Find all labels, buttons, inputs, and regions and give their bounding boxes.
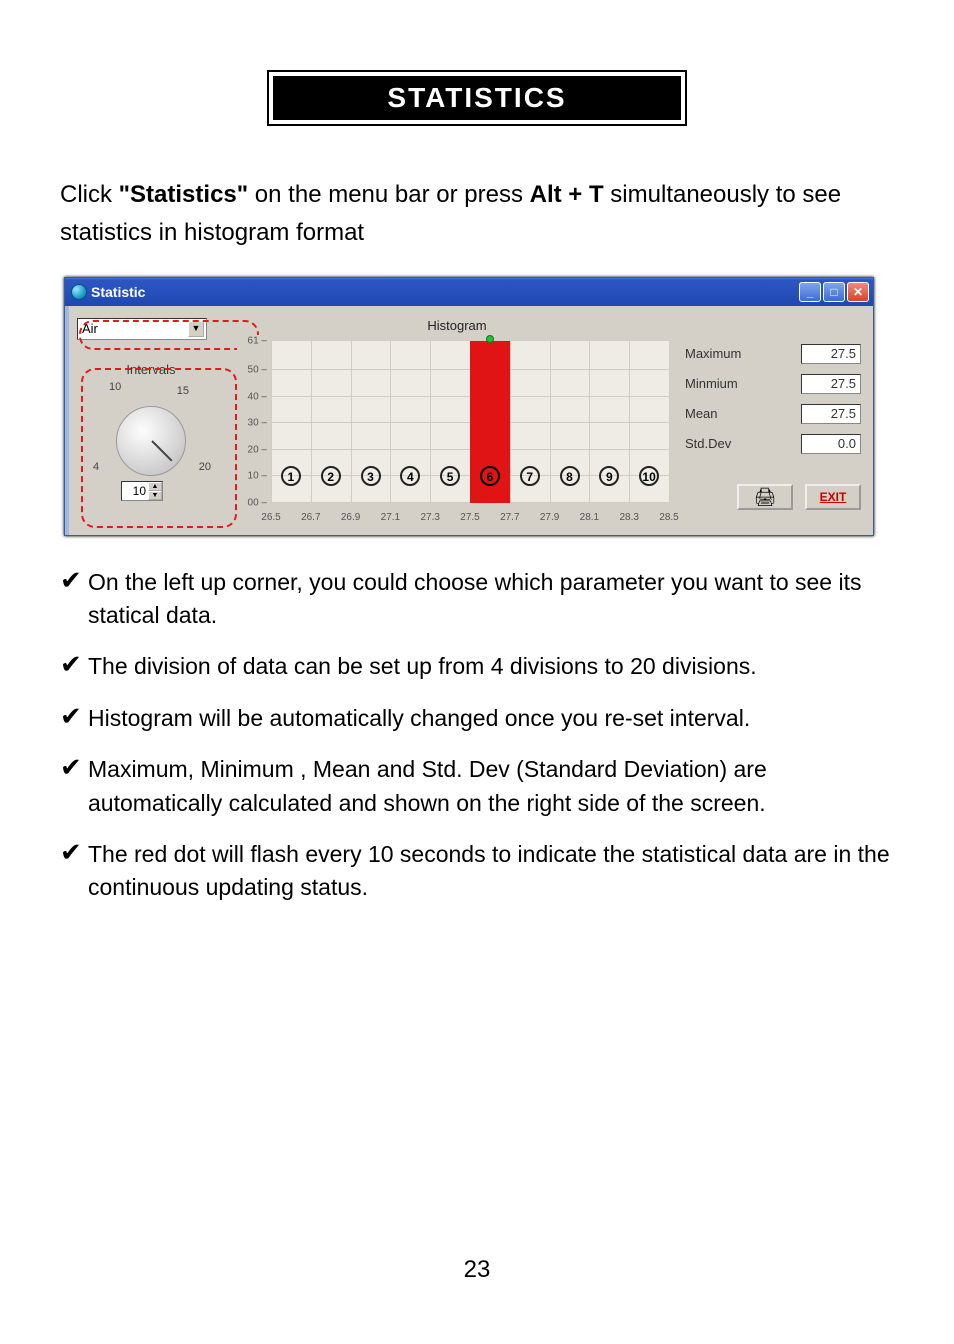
bin-number-marker: 3 <box>361 466 381 486</box>
instruction-text: The red dot will flash every 10 seconds … <box>88 838 894 905</box>
bin-number-marker: 7 <box>520 466 540 486</box>
knob-tick-20: 20 <box>199 461 211 473</box>
x-tick-label: 27.9 <box>540 512 559 523</box>
y-tick-label: 30 – <box>237 418 267 429</box>
instruction-list: ✔On the left up corner, you could choose… <box>60 566 894 905</box>
section-title: STATISTICS <box>267 70 687 126</box>
x-tick-label: 26.5 <box>261 512 280 523</box>
dropdown-value: Air <box>82 321 98 336</box>
x-tick-label: 28.5 <box>659 512 678 523</box>
checkmark-icon: ✔ <box>60 650 88 683</box>
stat-maximum: Maximum 27.5 <box>685 344 861 364</box>
y-tick-label: 00 – <box>237 497 267 508</box>
intervals-label: Intervals <box>77 362 225 377</box>
bin-number-marker: 4 <box>400 466 420 486</box>
instruction-item: ✔On the left up corner, you could choose… <box>60 566 894 633</box>
window-titlebar[interactable]: Statistic _ □ ✕ <box>65 278 873 306</box>
intro-bold-statistics: "Statistics" <box>119 181 248 208</box>
x-tick-label: 26.7 <box>301 512 320 523</box>
knob-tick-4: 4 <box>93 461 99 473</box>
bin-number-marker: 8 <box>560 466 580 486</box>
x-tick-label: 27.1 <box>381 512 400 523</box>
x-tick-label: 27.3 <box>420 512 439 523</box>
stat-maximum-value: 27.5 <box>801 344 861 364</box>
stat-stddev-label: Std.Dev <box>685 436 801 451</box>
chart-panel: Histogram 123456789 10 26.5 26.7 26.9 27.1 27… <box>237 314 677 525</box>
chevron-down-icon[interactable]: ▼ <box>188 321 204 337</box>
maximize-button[interactable]: □ <box>823 282 845 302</box>
intro-bold-shortcut: Alt + T <box>530 181 604 208</box>
stat-minimum-label: Minmium <box>685 376 801 391</box>
bin-number-marker: 6 <box>480 466 500 486</box>
stat-mean: Mean 27.5 <box>685 404 861 424</box>
y-tick-label: 10 – <box>237 471 267 482</box>
checkmark-icon: ✔ <box>60 753 88 820</box>
instruction-item: ✔The division of data can be set up from… <box>60 650 894 683</box>
instruction-item: ✔Histogram will be automatically changed… <box>60 702 894 735</box>
app-icon <box>71 284 87 300</box>
intro-text-2: on the menu bar or press <box>248 181 529 208</box>
chart-title: Histogram <box>237 318 677 333</box>
controls-panel: Air ▼ Intervals 4 10 15 20 10 ▲ ▼ <box>71 314 231 525</box>
x-tick-label: 27.7 <box>500 512 519 523</box>
knob-tick-15: 15 <box>177 385 189 397</box>
stat-stddev-value: 0.0 <box>801 434 861 454</box>
bin-number-marker: 1 <box>281 466 301 486</box>
intro-text-1: Click <box>60 181 119 208</box>
x-tick-label: 28.1 <box>580 512 599 523</box>
bin-number-marker: 2 <box>321 466 341 486</box>
printer-icon: 🖨 <box>754 488 777 506</box>
instruction-text: On the left up corner, you could choose … <box>88 566 894 633</box>
stat-stddev: Std.Dev 0.0 <box>685 434 861 454</box>
bin-number-marker: 10 <box>639 466 659 486</box>
update-indicator-dot <box>486 335 494 343</box>
stat-mean-value: 27.5 <box>801 404 861 424</box>
checkmark-icon: ✔ <box>60 702 88 735</box>
instruction-item: ✔The red dot will flash every 10 seconds… <box>60 838 894 905</box>
stat-mean-label: Mean <box>685 406 801 421</box>
close-button[interactable]: ✕ <box>847 282 869 302</box>
intro-paragraph: Click "Statistics" on the menu bar or pr… <box>60 176 894 253</box>
y-tick-label: 50 – <box>237 364 267 375</box>
page-number: 23 <box>0 1256 954 1284</box>
bin-number-marker: 9 <box>599 466 619 486</box>
y-tick-label: 40 – <box>237 391 267 402</box>
print-button[interactable]: 🖨 <box>737 484 793 510</box>
intervals-spinbox[interactable]: 10 ▲ ▼ <box>121 481 163 501</box>
minimize-button[interactable]: _ <box>799 282 821 302</box>
exit-label: EXIT <box>820 490 847 504</box>
statistic-window: Statistic _ □ ✕ Air ▼ Intervals 4 10 15 … <box>64 277 874 536</box>
instruction-text: The division of data can be set up from … <box>88 650 894 683</box>
y-tick-label: 61 – <box>237 335 267 346</box>
parameter-dropdown[interactable]: Air ▼ <box>77 318 207 340</box>
window-title: Statistic <box>91 284 145 300</box>
stats-panel: Maximum 27.5 Minmium 27.5 Mean 27.5 Std.… <box>683 314 863 525</box>
x-tick-label: 26.9 <box>341 512 360 523</box>
checkmark-icon: ✔ <box>60 838 88 905</box>
checkmark-icon: ✔ <box>60 566 88 633</box>
y-tick-label: 20 – <box>237 444 267 455</box>
bin-number-marker: 5 <box>440 466 460 486</box>
section-title-text: STATISTICS <box>273 76 681 120</box>
intervals-knob[interactable]: 4 10 15 20 10 ▲ ▼ <box>91 381 211 501</box>
instruction-text: Maximum, Minimum , Mean and Std. Dev (St… <box>88 753 894 820</box>
instruction-text: Histogram will be automatically changed … <box>88 702 894 735</box>
intervals-value: 10 <box>122 484 148 498</box>
knob-tick-10: 10 <box>109 381 121 393</box>
x-tick-label: 27.5 <box>460 512 479 523</box>
spin-up-icon[interactable]: ▲ <box>148 482 162 491</box>
instruction-item: ✔Maximum, Minimum , Mean and Std. Dev (S… <box>60 753 894 820</box>
histogram-chart: 123456789 10 26.5 26.7 26.9 27.1 27.3 27.5 27.7… <box>237 335 677 525</box>
stat-minimum: Minmium 27.5 <box>685 374 861 394</box>
exit-button[interactable]: EXIT <box>805 484 861 510</box>
stat-minimum-value: 27.5 <box>801 374 861 394</box>
stat-maximum-label: Maximum <box>685 346 801 361</box>
spin-down-icon[interactable]: ▼ <box>148 491 162 500</box>
x-tick-label: 28.3 <box>619 512 638 523</box>
